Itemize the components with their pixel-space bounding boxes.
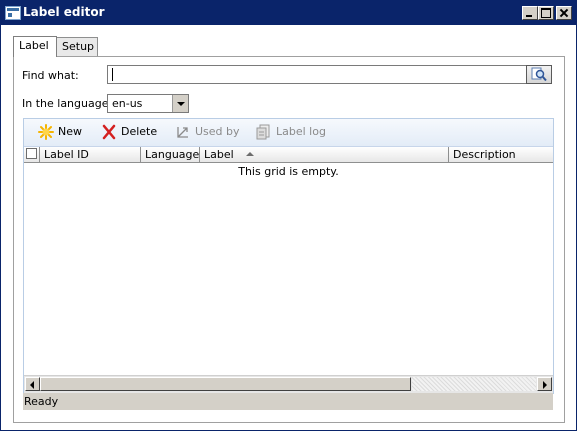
scrollbar-thumb[interactable]: [40, 377, 411, 391]
new-star-icon: [38, 124, 54, 140]
select-all-checkbox[interactable]: [24, 147, 40, 162]
find-what-input[interactable]: [107, 65, 531, 84]
column-header-description[interactable]: Description: [449, 147, 553, 162]
tab-label[interactable]: Label: [13, 36, 57, 57]
close-button[interactable]: [556, 6, 572, 20]
status-bar: Ready: [23, 393, 553, 410]
grid-header: Label ID Language Label Description: [24, 147, 553, 163]
column-header-label-text: Label: [204, 148, 234, 161]
horizontal-scrollbar[interactable]: [24, 375, 553, 393]
title-bar[interactable]: Label editor: [1, 1, 576, 25]
tab-setup[interactable]: Setup: [56, 37, 98, 56]
chevron-down-icon[interactable]: [172, 95, 188, 112]
app-icon: [5, 6, 21, 20]
delete-button[interactable]: Delete: [101, 124, 163, 140]
used-by-label: Used by: [195, 125, 240, 138]
sort-ascending-icon: [246, 152, 254, 156]
magnifier-icon: [531, 67, 547, 82]
minimize-button[interactable]: [522, 6, 538, 20]
grid-empty-message: This grid is empty.: [238, 165, 339, 178]
column-header-label[interactable]: Label: [200, 147, 449, 162]
delete-x-icon: [102, 124, 116, 140]
column-header-label-id[interactable]: Label ID: [40, 147, 141, 162]
labels-grid: New Delete Used by Label log Label ID La…: [23, 118, 554, 394]
label-log-icon: [256, 124, 270, 140]
window-title: Label editor: [23, 5, 105, 19]
new-button[interactable]: New: [38, 124, 88, 140]
used-by-icon: [177, 127, 188, 138]
column-header-language[interactable]: Language: [141, 147, 200, 162]
scrollbar-track[interactable]: [412, 377, 536, 391]
label-log-button[interactable]: Label log: [256, 124, 332, 140]
language-value: en-us: [112, 97, 143, 110]
status-text: Ready: [24, 395, 59, 408]
label-log-label: Label log: [276, 125, 326, 138]
used-by-button[interactable]: Used by: [175, 124, 245, 140]
maximize-button[interactable]: [538, 6, 554, 20]
label-editor-window: Label editor Label Setup Find what: In t…: [0, 0, 577, 431]
lookup-button[interactable]: [526, 65, 552, 84]
grid-toolbar: New Delete Used by Label log: [24, 119, 553, 147]
text-caret: [112, 68, 113, 81]
language-label: In the language:: [22, 97, 113, 110]
label-tab-panel: Find what: In the language: en-us New De…: [13, 56, 565, 423]
delete-label: Delete: [121, 125, 158, 138]
scroll-right-icon[interactable]: [537, 377, 552, 391]
scroll-left-icon[interactable]: [25, 377, 40, 391]
find-what-label: Find what:: [22, 69, 79, 82]
new-label: New: [58, 125, 82, 138]
language-select[interactable]: en-us: [107, 94, 189, 113]
